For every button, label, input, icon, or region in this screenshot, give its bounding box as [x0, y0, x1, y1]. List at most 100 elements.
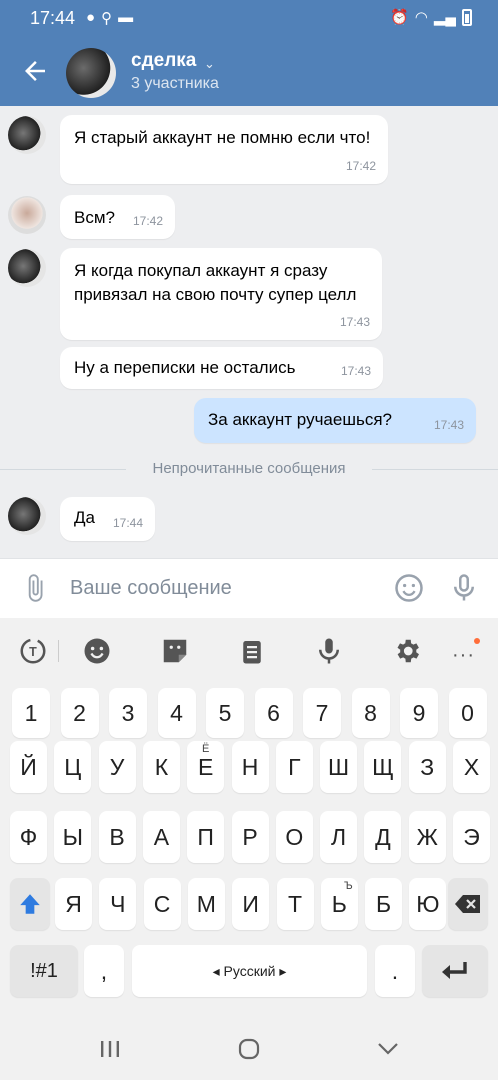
back-arrow-icon[interactable]: [20, 56, 50, 86]
key-Д[interactable]: Д: [364, 811, 402, 863]
key-label: Т: [287, 891, 303, 917]
outgoing-message-bubble[interactable]: За аккаунт ручаешься? 17:43: [194, 398, 476, 443]
home-icon[interactable]: [237, 1038, 261, 1060]
key-М[interactable]: М: [187, 878, 225, 930]
key-label: !#1: [30, 960, 58, 982]
recent-apps-icon[interactable]: [98, 1038, 122, 1060]
key-Й[interactable]: Й: [10, 741, 47, 793]
message-bubble[interactable]: Я когда покупал аккаунт я сразу привязал…: [60, 248, 382, 340]
key-4[interactable]: 4: [157, 688, 196, 738]
key-Щ[interactable]: Щ: [364, 741, 402, 793]
key-label: 4: [170, 700, 183, 726]
message-bubble[interactable]: Ну а переписки не остались 17:43: [60, 347, 383, 389]
key-С[interactable]: С: [143, 878, 181, 930]
key-Э[interactable]: Э: [453, 811, 490, 863]
voice-input-icon[interactable]: [314, 636, 344, 666]
attach-icon[interactable]: [20, 573, 50, 603]
chat-avatar[interactable]: [66, 48, 116, 98]
key-alt-label: Ё: [202, 743, 210, 755]
key-Х[interactable]: Х: [453, 741, 490, 793]
emoji-icon[interactable]: [394, 573, 424, 603]
key-Б[interactable]: Б: [365, 878, 403, 930]
key-К[interactable]: К: [142, 741, 180, 793]
message-time: 17:44: [112, 516, 143, 530]
key-label: Й: [20, 754, 37, 780]
key-П[interactable]: П: [187, 811, 225, 863]
key-Е[interactable]: ЕЁ: [187, 741, 225, 793]
key-З[interactable]: З: [408, 741, 446, 793]
key-5[interactable]: 5: [206, 688, 244, 738]
settings-icon[interactable]: [392, 636, 422, 666]
wifi-icon: ◠: [414, 9, 428, 26]
key-Ш[interactable]: Ш: [320, 741, 358, 793]
unread-label: Непрочитанные сообщения: [152, 460, 346, 477]
key-Р[interactable]: Р: [231, 811, 269, 863]
avatar[interactable]: [8, 249, 46, 287]
message-composer: Ваше сообщение: [0, 558, 498, 618]
key-В[interactable]: В: [98, 811, 136, 863]
key-Н[interactable]: Н: [231, 741, 269, 793]
sticker-icon[interactable]: [160, 636, 190, 666]
key-0[interactable]: 0: [448, 688, 487, 738]
key-Ы[interactable]: Ы: [54, 811, 92, 863]
back-nav-icon[interactable]: [376, 1038, 400, 1060]
key-И[interactable]: И: [232, 878, 270, 930]
avatar[interactable]: [8, 196, 46, 234]
key-А[interactable]: А: [142, 811, 180, 863]
key-У[interactable]: У: [98, 741, 136, 793]
key-3[interactable]: 3: [109, 688, 147, 738]
message-time: 17:42: [132, 214, 163, 228]
key-Ц[interactable]: Ц: [54, 741, 92, 793]
enter-key[interactable]: [422, 945, 488, 997]
key-Г[interactable]: Г: [275, 741, 313, 793]
key-Ф[interactable]: Ф: [10, 811, 47, 863]
more-icon[interactable]: ···: [452, 644, 475, 667]
key-Ж[interactable]: Ж: [408, 811, 446, 863]
chevron-down-icon[interactable]: ⌄: [204, 56, 215, 72]
key-label: Ф: [19, 824, 38, 850]
key-label: К: [154, 754, 169, 780]
symbols-key[interactable]: !#1: [10, 945, 78, 997]
key-Я[interactable]: Я: [55, 878, 92, 930]
key-Ь[interactable]: ЬЪ: [320, 878, 358, 930]
key-2[interactable]: 2: [60, 688, 99, 738]
microphone-icon[interactable]: [449, 573, 479, 603]
key-1[interactable]: 1: [12, 688, 50, 738]
avatar[interactable]: [8, 116, 46, 154]
message-bubble[interactable]: Я старый аккаунт не помню если что! 17:4…: [60, 115, 388, 184]
key-9[interactable]: 9: [400, 688, 438, 738]
message-text: Да: [74, 508, 95, 527]
key-label: З: [420, 754, 435, 780]
key-label: У: [109, 754, 125, 780]
clipboard-icon[interactable]: [237, 636, 267, 666]
backspace-icon: [455, 895, 480, 913]
unread-divider: Непрочитанные сообщения: [0, 458, 498, 478]
message-bubble[interactable]: Всм? 17:42: [60, 195, 175, 239]
key-8[interactable]: 8: [351, 688, 390, 738]
key-6[interactable]: 6: [254, 688, 293, 738]
key-7[interactable]: 7: [303, 688, 341, 738]
backspace-key[interactable]: [448, 878, 488, 930]
period-key[interactable]: .: [375, 945, 415, 997]
key-О[interactable]: О: [275, 811, 313, 863]
shift-key[interactable]: [10, 878, 50, 930]
key-label: С: [153, 891, 171, 917]
avatar[interactable]: [8, 497, 46, 535]
key-Т[interactable]: Т: [276, 878, 314, 930]
comma-key[interactable]: ,: [84, 945, 124, 997]
key-Ч[interactable]: Ч: [99, 878, 137, 930]
message-bubble[interactable]: Да 17:44: [60, 497, 155, 541]
message-input[interactable]: Ваше сообщение: [70, 577, 232, 600]
emoji-keyboard-icon[interactable]: [82, 636, 112, 666]
key-label: 7: [315, 700, 329, 726]
key-label: Щ: [372, 754, 394, 780]
translate-icon[interactable]: T: [18, 636, 48, 666]
message-text: Ну а переписки не остались: [74, 358, 296, 377]
space-key[interactable]: ◂ Русский ▸: [132, 945, 367, 997]
key-label: Ы: [62, 824, 83, 850]
key-Ю[interactable]: Ю: [409, 878, 447, 930]
key-label: Х: [463, 754, 480, 780]
chat-title[interactable]: сделка: [131, 50, 196, 72]
message-time: 17:42: [345, 159, 376, 173]
key-Л[interactable]: Л: [320, 811, 358, 863]
